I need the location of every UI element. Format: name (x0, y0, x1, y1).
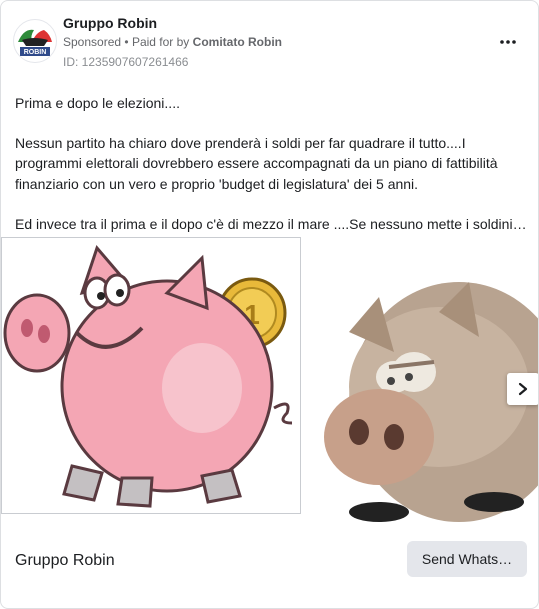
carousel-image-pig-figurine[interactable] (319, 237, 538, 533)
piggy-bank-cartoon-icon: 1 (3, 245, 293, 508)
ad-card: ROBIN Gruppo Robin Sponsored • Paid for … (0, 0, 539, 609)
more-dots-icon (500, 40, 516, 44)
avatar-logo-text: ROBIN (24, 49, 47, 56)
sad-pig-figurine-icon (324, 282, 538, 522)
robin-logo-icon: ROBIN (18, 29, 52, 56)
body-line: Prima e dopo le elezioni.... (15, 95, 180, 111)
chevron-right-icon (518, 382, 528, 396)
paid-for-by-name: Comitato Robin (192, 35, 282, 49)
sponsored-meta: Sponsored • Paid for by Comitato Robin (63, 35, 282, 49)
image-carousel: 1 (1, 237, 538, 533)
body-line: finanziario con un vero e proprio 'budge… (15, 175, 419, 192)
paid-for-by-prefix: Paid for by (131, 35, 190, 49)
page-name-link[interactable]: Gruppo Robin (63, 15, 157, 31)
carousel-image-piggy-bank[interactable]: 1 (1, 237, 301, 514)
body-line: Nessun partito ha chiaro dove prenderà i… (15, 135, 466, 152)
body-line: programmi elettorali dovrebbero essere a… (15, 155, 498, 172)
ad-id: ID: 1235907607261466 (63, 55, 189, 69)
carousel-next-button[interactable] (507, 373, 538, 405)
meta-separator: • (124, 35, 129, 49)
sponsored-label: Sponsored (63, 35, 122, 49)
page-avatar[interactable]: ROBIN (13, 19, 57, 63)
body-line: Ed invece tra il prima e il dopo c'è di … (15, 215, 527, 232)
ad-body-text: Prima e dopo le elezioni.... Nessun part… (15, 93, 527, 234)
ad-header: ROBIN Gruppo Robin Sponsored • Paid for … (1, 1, 538, 81)
footer-page-name: Gruppo Robin (15, 552, 115, 569)
send-whatsapp-button[interactable]: Send Whats… (407, 541, 527, 577)
more-options-button[interactable] (495, 29, 521, 55)
